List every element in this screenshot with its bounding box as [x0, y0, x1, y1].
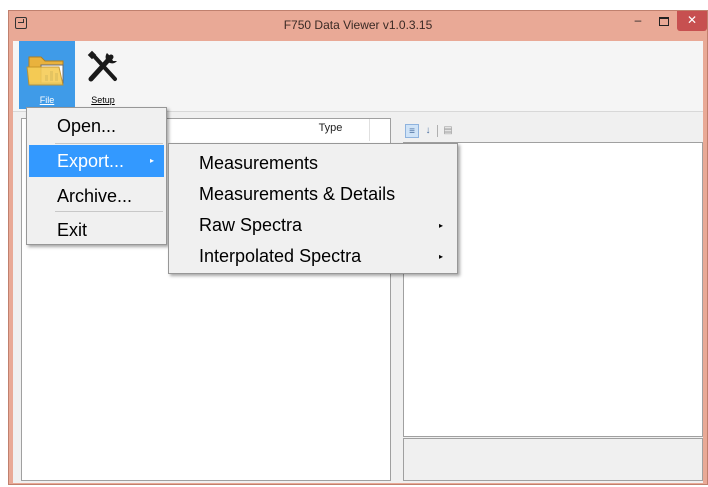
property-pages-icon[interactable]: ▤: [441, 124, 455, 138]
setup-button[interactable]: Setup: [75, 41, 131, 109]
export-submenu: Measurements Measurements & Details Raw …: [168, 143, 458, 274]
property-description: [403, 438, 703, 481]
ribbon-toolbar: File Setup: [13, 41, 703, 112]
submenu-item-interpolated-spectra-label: Interpolated Spectra: [199, 246, 362, 266]
folder-chart-icon: [26, 56, 64, 86]
sort-alphabetical-icon[interactable]: ↓: [421, 124, 435, 138]
menu-item-archive[interactable]: Archive...: [29, 180, 164, 212]
submenu-arrow-icon: ▸: [149, 156, 154, 165]
categorized-icon[interactable]: ≡: [405, 124, 419, 138]
title-bar[interactable]: F750 Data Viewer v1.0.3.15 – ✕: [9, 11, 707, 41]
menu-separator: [55, 143, 163, 144]
menu-item-exit[interactable]: Exit: [29, 214, 164, 246]
file-button-label: File: [39, 95, 55, 105]
submenu-item-measurements[interactable]: Measurements: [171, 148, 455, 179]
setup-button-label: Setup: [91, 95, 115, 105]
submenu-item-interpolated-spectra[interactable]: Interpolated Spectra ▸: [171, 241, 455, 272]
maximize-icon: [659, 17, 669, 26]
submenu-item-measurements-details[interactable]: Measurements & Details: [171, 179, 455, 210]
toolbar-divider: [437, 125, 438, 137]
submenu-arrow-icon: ▸: [438, 252, 443, 261]
maximize-button[interactable]: [651, 11, 677, 31]
minimize-button[interactable]: –: [625, 11, 651, 31]
menu-item-export-label: Export...: [57, 151, 125, 171]
close-button[interactable]: ✕: [677, 11, 707, 31]
menu-separator: [55, 211, 163, 212]
menu-item-export[interactable]: Export... ▸: [29, 145, 164, 177]
menu-item-open[interactable]: Open...: [29, 110, 164, 142]
file-menu: Open... Export... ▸ Archive... Exit: [26, 107, 167, 245]
window-title: F750 Data Viewer v1.0.3.15: [283, 18, 433, 32]
submenu-arrow-icon: ▸: [438, 221, 443, 230]
file-button[interactable]: File: [19, 41, 75, 109]
tools-icon: [87, 50, 117, 82]
column-header-type[interactable]: Type: [292, 119, 370, 141]
submenu-item-raw-spectra-label: Raw Spectra: [199, 215, 303, 235]
submenu-item-raw-spectra[interactable]: Raw Spectra ▸: [171, 210, 455, 241]
